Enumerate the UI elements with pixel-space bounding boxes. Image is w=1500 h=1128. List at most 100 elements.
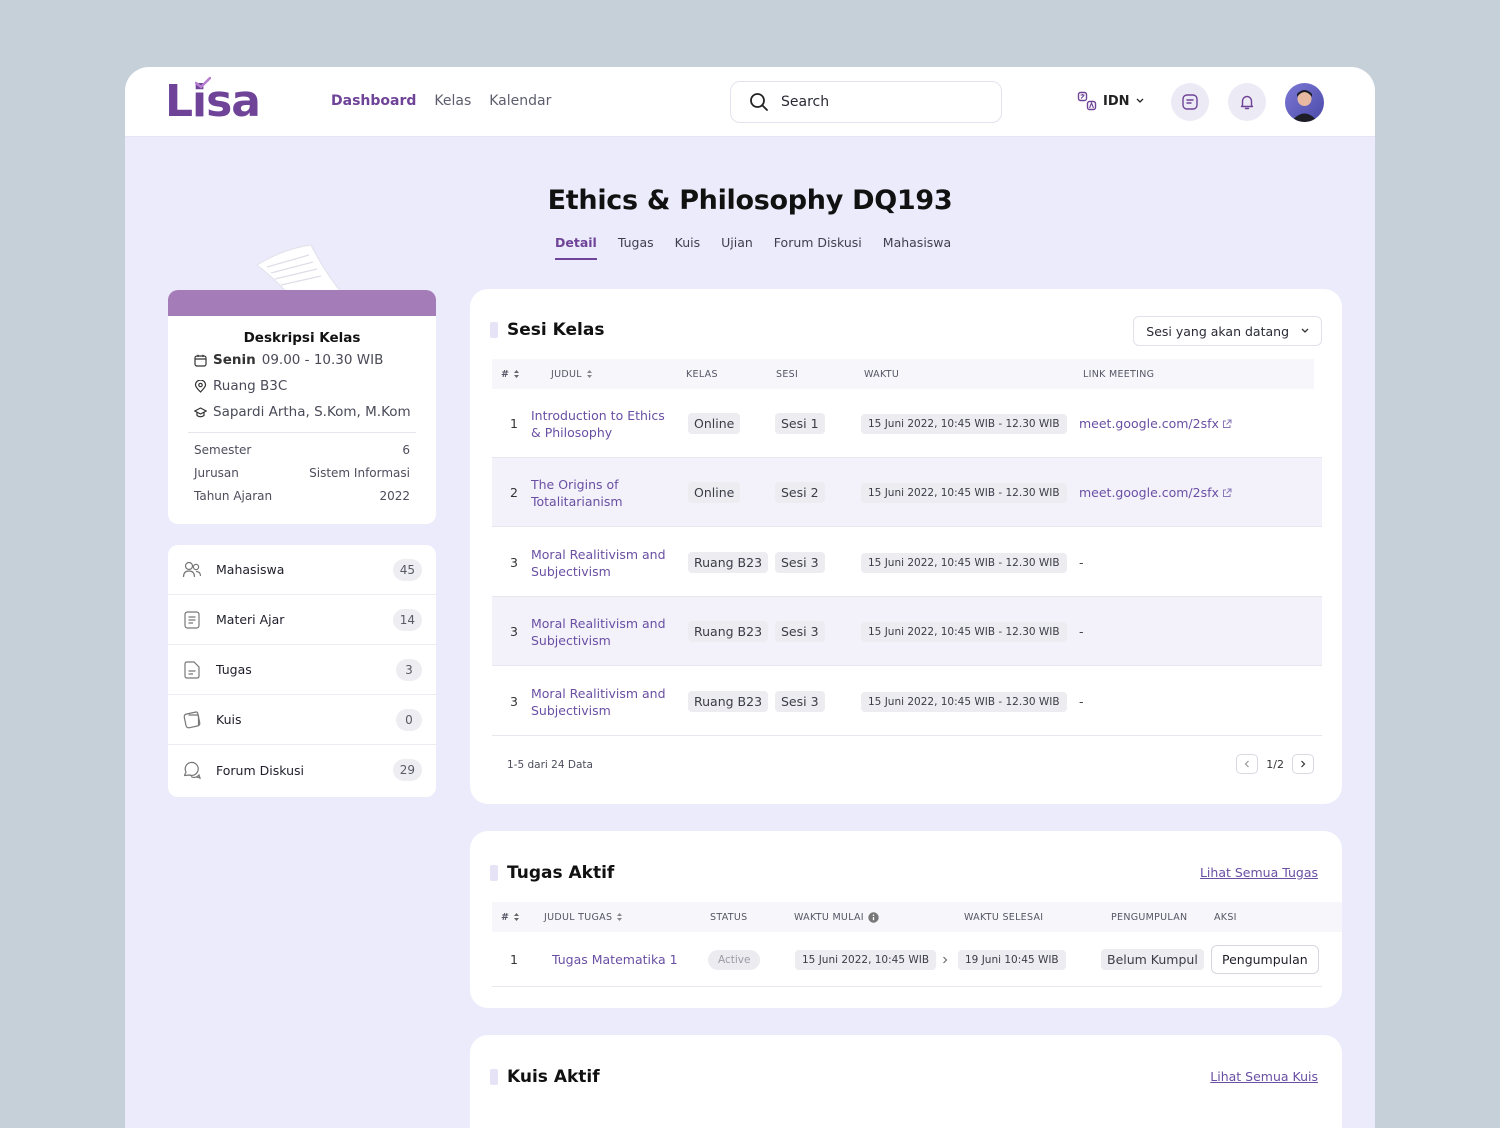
- col-judul[interactable]: JUDUL: [551, 369, 593, 380]
- language-label: IDN: [1103, 93, 1130, 109]
- row-number: 3: [510, 694, 518, 709]
- jurusan-row: Jurusan Sistem Informasi: [194, 466, 410, 480]
- col-judul-tugas[interactable]: JUDUL TUGAS: [544, 912, 623, 923]
- session-title-link[interactable]: Moral Realitivism and Subjectivism: [531, 685, 671, 719]
- sesi-chip: Sesi 3: [775, 691, 825, 712]
- users-icon: [182, 561, 202, 577]
- row-number: 2: [510, 485, 518, 500]
- info-icon: [868, 911, 879, 923]
- sesi-filter-dropdown[interactable]: Sesi yang akan datang: [1133, 316, 1322, 346]
- tahun-ajaran-row: Tahun Ajaran 2022: [194, 489, 410, 503]
- tab-detail[interactable]: Detail: [555, 235, 597, 260]
- person-icon: [1291, 90, 1318, 122]
- search-input[interactable]: [781, 94, 981, 110]
- jurusan-value: Sistem Informasi: [309, 466, 410, 480]
- book-icon: [184, 610, 200, 629]
- description-title: Deskripsi Kelas: [243, 330, 361, 346]
- menu-item-mahasiswa[interactable]: Mahasiswa 45: [168, 545, 436, 595]
- kelas-chip: Ruang B23: [688, 552, 769, 573]
- menu-label: Materi Ajar: [216, 612, 285, 627]
- nav-kelas[interactable]: Kelas: [434, 93, 471, 109]
- room-row: Ruang B3C: [194, 378, 436, 394]
- waktu-chip: 15 Juni 2022, 10:45 WIB - 12.30 WIB: [861, 552, 1067, 573]
- card-header-strip: [168, 290, 436, 316]
- menu-item-forum-diskusi[interactable]: Forum Diskusi 29: [168, 745, 436, 795]
- jurusan-key: Jurusan: [194, 466, 239, 480]
- pengumpulan-button[interactable]: Pengumpulan: [1211, 945, 1319, 974]
- sesi-chip: Sesi 2: [775, 482, 825, 503]
- menu-item-tugas[interactable]: Tugas 3: [168, 645, 436, 695]
- col-number[interactable]: #: [501, 369, 520, 380]
- meeting-link[interactable]: meet.google.com/2sfx: [1079, 416, 1232, 431]
- meeting-link[interactable]: meet.google.com/2sfx: [1079, 485, 1232, 500]
- sort-icon: [514, 913, 520, 921]
- submission-status-chip: Belum Kumpul: [1101, 949, 1204, 970]
- tab-tugas[interactable]: Tugas: [618, 235, 654, 260]
- menu-label: Tugas: [216, 662, 252, 677]
- tab-kuis[interactable]: Kuis: [675, 235, 700, 260]
- chevron-left-icon: [1244, 760, 1250, 768]
- table-header: # JUDUL TUGAS STATUS WAKTU MULAI WAKTU S…: [492, 902, 1342, 932]
- title-accent: [490, 322, 498, 338]
- col-label: #: [501, 368, 510, 380]
- semester-key: Semester: [194, 443, 252, 457]
- tahun-ajaran-value: 2022: [379, 489, 410, 503]
- chevron-right-icon: [943, 956, 948, 963]
- col-number[interactable]: #: [501, 912, 520, 923]
- table-row: 1 Tugas Matematika 1 Active 15 Juni 2022…: [492, 932, 1322, 987]
- nav-dashboard[interactable]: Dashboard: [331, 93, 416, 109]
- menu-item-materi-ajar[interactable]: Materi Ajar 14: [168, 595, 436, 645]
- language-selector[interactable]: IDN: [1077, 91, 1144, 111]
- end-time-chip: 19 Juni 10:45 WIB: [958, 949, 1066, 970]
- see-all-kuis-link[interactable]: Lihat Semua Kuis: [1210, 1069, 1318, 1084]
- course-title: Ethics & Philosophy DQ193: [547, 185, 953, 216]
- quiz-icon: [183, 710, 201, 728]
- prev-page-button[interactable]: [1236, 754, 1259, 774]
- kelas-chip: Online: [688, 413, 741, 434]
- nav-kalendar[interactable]: Kalendar: [489, 93, 551, 109]
- meeting-link-empty: -: [1079, 555, 1084, 570]
- class-menu-card: Mahasiswa 45 Materi Ajar 14 Tugas 3 Kuis…: [168, 545, 436, 797]
- col-aksi: AKSI: [1214, 911, 1237, 923]
- session-title-link[interactable]: Introduction to Ethics & Philosophy: [531, 407, 671, 441]
- tab-forum-diskusi[interactable]: Forum Diskusi: [774, 235, 862, 260]
- search-box[interactable]: [730, 81, 1002, 123]
- search-icon: [750, 93, 768, 111]
- card-title: Tugas Aktif: [490, 863, 614, 883]
- row-number: 1: [510, 416, 518, 431]
- session-title-link[interactable]: Moral Realitivism and Subjectivism: [531, 546, 671, 580]
- tab-ujian[interactable]: Ujian: [721, 235, 753, 260]
- user-avatar[interactable]: [1285, 83, 1324, 122]
- logo[interactable]: Lisa: [165, 75, 275, 129]
- external-link-icon: [1222, 488, 1232, 497]
- lecturer-name: Sapardi Artha, S.Kom, M.Kom: [213, 404, 411, 420]
- notifications-button[interactable]: [1228, 83, 1266, 121]
- messages-button[interactable]: [1171, 83, 1209, 121]
- row-number: 3: [510, 555, 518, 570]
- session-title-link[interactable]: Moral Realitivism and Subjectivism: [531, 615, 671, 649]
- count-badge: 14: [392, 608, 422, 631]
- kelas-chip: Ruang B23: [688, 691, 769, 712]
- meeting-link-empty: -: [1079, 694, 1084, 709]
- next-page-button[interactable]: [1292, 754, 1314, 774]
- chevron-down-icon: [1136, 98, 1143, 103]
- session-title-link[interactable]: The Origins of Totalitarianism: [531, 476, 671, 510]
- chevron-down-icon: [1301, 328, 1309, 333]
- task-title-link[interactable]: Tugas Matematika 1: [552, 952, 678, 967]
- meeting-url: meet.google.com/2sfx: [1079, 416, 1219, 431]
- semester-value: 6: [402, 443, 410, 457]
- bell-icon: [1240, 95, 1254, 110]
- sesi-title: Sesi Kelas: [507, 320, 605, 340]
- translate-icon: [1077, 91, 1097, 111]
- waktu-chip: 15 Juni 2022, 10:45 WIB - 12.30 WIB: [861, 691, 1067, 712]
- see-all-tugas-link[interactable]: Lihat Semua Tugas: [1200, 865, 1318, 880]
- col-pengumpulan: PENGUMPULAN: [1111, 911, 1188, 923]
- status-badge: Active: [708, 949, 761, 970]
- menu-item-kuis[interactable]: Kuis 0: [168, 695, 436, 745]
- lecturer-row: Sapardi Artha, S.Kom, M.Kom: [194, 404, 436, 420]
- kuis-aktif-card: Kuis Aktif Lihat Semua Kuis: [470, 1035, 1342, 1128]
- table-row: 2 The Origins of Totalitarianism Online …: [492, 458, 1322, 527]
- tab-mahasiswa[interactable]: Mahasiswa: [883, 235, 951, 260]
- table-row: 3 Moral Realitivism and Subjectivism Rua…: [492, 528, 1322, 597]
- col-link-meeting: LINK MEETING: [1083, 368, 1155, 380]
